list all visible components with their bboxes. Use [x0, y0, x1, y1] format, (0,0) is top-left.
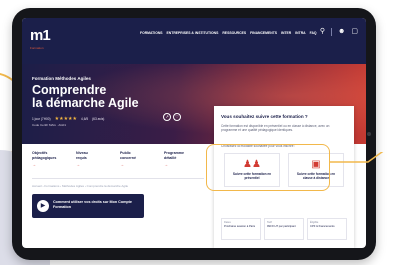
fact-title: pédagogiques [32, 155, 57, 160]
breadcrumb[interactable]: Accueil › Formations › Méthodes Agiles ›… [32, 184, 128, 188]
favorite-icon[interactable]: ♡ [173, 113, 181, 121]
info-row: Dates Prochaine session à Paris Tarif 99… [221, 218, 347, 240]
page-title: Comprendre la démarche Agile [32, 84, 139, 110]
rating-value: 4,6/5 [81, 117, 89, 121]
info-dates: Dates Prochaine session à Paris [221, 218, 261, 240]
arrow-right-icon: → [120, 162, 124, 167]
title-line-2: la démarche Agile [32, 96, 139, 110]
fact-public[interactable]: Public concerné → [120, 151, 152, 167]
reviews-count[interactable]: (63 avis) [92, 117, 104, 121]
info-value: CPF & financements [310, 225, 335, 228]
info-heading: Dates [224, 221, 231, 224]
info-value: Prochaine session à Paris [224, 225, 256, 228]
share-icon[interactable]: ↗ [163, 113, 171, 121]
panel-description: Cette formation est disponible en présen… [221, 124, 330, 133]
fact-programme[interactable]: Programme détaillé → [164, 151, 196, 167]
duration-text: 1 jour (7H00) [32, 117, 51, 121]
play-icon: ▶ [37, 200, 49, 212]
fact-title: concerné [120, 155, 136, 160]
info-heading: Éligible [310, 221, 319, 224]
hero-controls: ↗ ♡ [163, 113, 181, 121]
course-facts: Objectifs pédagogiques → Niveau requis →… [32, 151, 196, 167]
highlight-outline [206, 144, 330, 191]
arrow-right-icon: → [76, 162, 80, 167]
star-rating: ★★★★★ [54, 116, 78, 122]
info-heading: Tarif [267, 221, 272, 224]
fact-niveau[interactable]: Niveau requis → [76, 151, 108, 167]
panel-title: Vous souhaitez suivre cette formation ? [221, 114, 308, 119]
hero-eyebrow: Formation Méthodes Agiles [32, 76, 91, 81]
hero-meta: 1 jour (7H00) ★★★★★ 4,6/5 (63 avis) [32, 116, 104, 122]
info-eligible: Éligible CPF & financements [307, 218, 347, 240]
cpf-cta-button[interactable]: ▶ Comment utiliser vos droits sur Mon Co… [32, 194, 144, 218]
callout-line [330, 152, 384, 163]
tablet-camera [367, 132, 371, 136]
course-code: Code CertiF MAG · AG01 [32, 123, 67, 127]
arrow-right-icon: → [32, 162, 36, 167]
arrow-right-icon: → [164, 162, 168, 167]
info-value: 990 € HT par participant [267, 225, 296, 228]
divider [32, 178, 204, 179]
cta-label: Comment utiliser vos droits sur Mon Comp… [53, 200, 132, 209]
fact-title: requis [76, 155, 87, 160]
info-tarif: Tarif 990 € HT par participant [264, 218, 304, 240]
fact-title: détaillé [164, 155, 177, 160]
fact-objectifs[interactable]: Objectifs pédagogiques → [32, 151, 64, 167]
screen-content: Formation Méthodes Agiles Comprendre la … [22, 18, 366, 248]
